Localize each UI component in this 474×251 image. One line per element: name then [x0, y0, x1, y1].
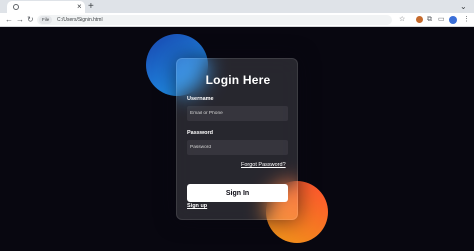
- url-text[interactable]: C:/Users/Signin.html: [57, 15, 103, 25]
- profile-icon[interactable]: [449, 16, 457, 24]
- extension-icon[interactable]: [416, 16, 423, 23]
- password-input[interactable]: [187, 140, 288, 155]
- browser-toolbar: ← → ↻ File C:/Users/Signin.html ☆ ⧉ ▭ ⋮: [0, 13, 474, 27]
- sign-up-link[interactable]: Sign up: [187, 203, 207, 209]
- menu-icon[interactable]: ⋮: [463, 13, 470, 27]
- forgot-password-link[interactable]: Forgot Password?: [241, 162, 286, 168]
- puzzle-icon[interactable]: ⧉: [427, 13, 432, 27]
- back-icon[interactable]: ←: [5, 13, 13, 27]
- address-bar[interactable]: File C:/Users/Signin.html: [37, 15, 392, 25]
- star-icon[interactable]: ☆: [399, 13, 405, 27]
- new-tab-button[interactable]: +: [88, 0, 94, 13]
- forward-icon[interactable]: →: [16, 13, 24, 27]
- reload-icon[interactable]: ↻: [27, 13, 34, 27]
- browser-tab-bar: × + ⌄: [0, 0, 474, 13]
- username-input[interactable]: [187, 106, 288, 121]
- login-title: Login Here: [205, 73, 271, 87]
- close-tab-icon[interactable]: ×: [77, 1, 82, 13]
- password-label: Password: [187, 130, 213, 136]
- username-label: Username: [187, 96, 214, 102]
- browser-tab[interactable]: ×: [7, 1, 85, 13]
- site-info-chip[interactable]: File: [39, 16, 53, 24]
- login-form: Login Here Username Password Forgot Pass…: [176, 58, 298, 220]
- split-icon[interactable]: ▭: [438, 13, 445, 27]
- globe-icon: [13, 4, 19, 10]
- chevron-down-icon[interactable]: ⌄: [460, 0, 467, 13]
- sign-in-button[interactable]: Sign In: [187, 184, 288, 202]
